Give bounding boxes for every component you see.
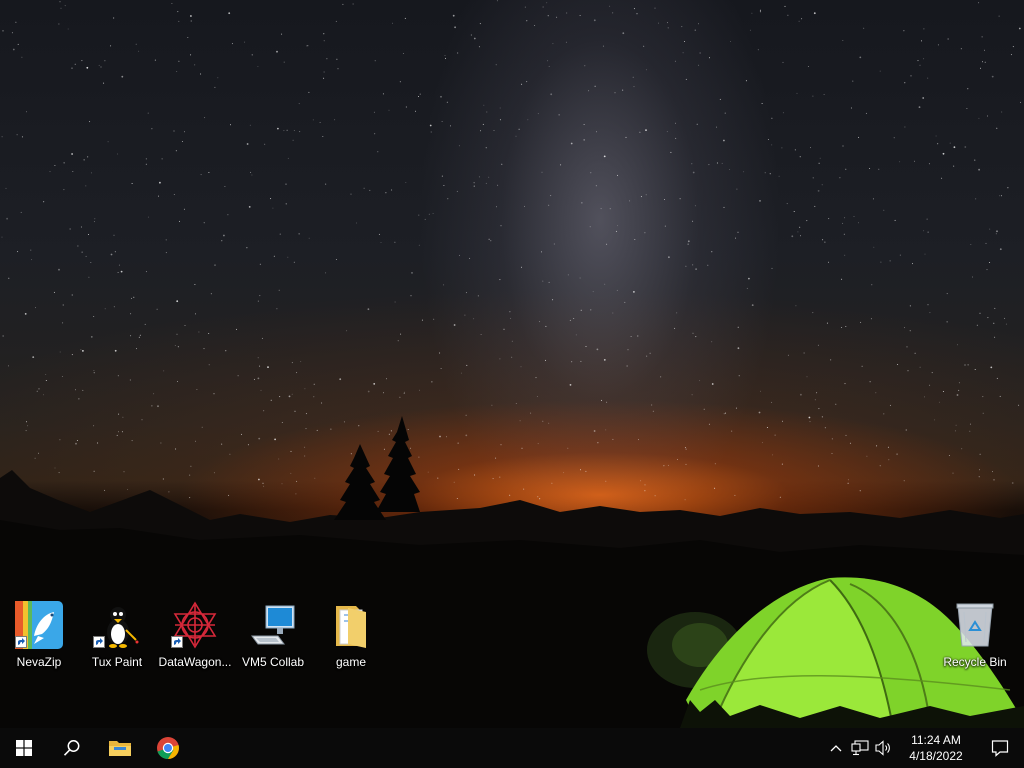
shortcut-arrow-icon <box>93 636 105 648</box>
taskbar-clock[interactable]: 11:24 AM 4/18/2022 <box>896 728 976 768</box>
clock-date: 4/18/2022 <box>909 749 963 763</box>
desktop-icon-label: game <box>335 655 367 669</box>
taskbar: 11:24 AM 4/18/2022 <box>0 728 1024 768</box>
datawagon-icon <box>169 600 221 650</box>
taskbar-file-explorer[interactable] <box>96 728 144 768</box>
search-icon <box>63 740 80 756</box>
nevazip-icon <box>13 600 65 650</box>
desktop-icon-game[interactable]: game <box>313 600 389 674</box>
windows-logo-icon <box>16 740 32 756</box>
taskbar-chrome[interactable] <box>144 728 192 768</box>
desktop-icon-label: NevaZip <box>16 655 62 669</box>
file-explorer-icon <box>109 741 131 756</box>
folder-icon <box>325 600 377 650</box>
network-button[interactable] <box>848 728 872 768</box>
desktop-icon-tux-paint[interactable]: Tux Paint <box>79 600 155 674</box>
start-button[interactable] <box>0 728 48 768</box>
recycle-bin-icon <box>949 600 1001 650</box>
desktop-icon-nevazip[interactable]: NevaZip <box>1 600 77 674</box>
search-button[interactable] <box>48 728 96 768</box>
system-tray: 11:24 AM 4/18/2022 <box>824 728 1024 768</box>
desktop-icon-label: Recycle Bin <box>943 655 1007 669</box>
desktop-icon-recycle-bin[interactable]: Recycle Bin <box>937 600 1013 674</box>
clock-time: 11:24 AM <box>911 733 961 747</box>
notification-icon <box>991 740 1009 757</box>
desktop-icon-datawagon[interactable]: DataWagon... <box>157 600 233 674</box>
volume-button[interactable] <box>872 728 896 768</box>
computer-icon <box>247 600 299 650</box>
shortcut-arrow-icon <box>15 636 27 648</box>
chevron-up-icon <box>830 745 842 752</box>
volume-icon <box>875 740 890 756</box>
shortcut-arrow-icon <box>171 636 183 648</box>
network-icon <box>851 740 869 756</box>
show-hidden-icons-button[interactable] <box>824 728 848 768</box>
action-center-button[interactable] <box>976 728 1024 768</box>
desktop-icon-vm5-collab[interactable]: VM5 Collab <box>235 600 311 674</box>
desktop-icon-label: VM5 Collab <box>241 655 305 669</box>
desktop-icon-label: Tux Paint <box>91 655 143 669</box>
desktop-icon-label: DataWagon... <box>158 655 232 669</box>
chrome-icon <box>157 737 179 760</box>
tux-paint-icon <box>91 600 143 650</box>
